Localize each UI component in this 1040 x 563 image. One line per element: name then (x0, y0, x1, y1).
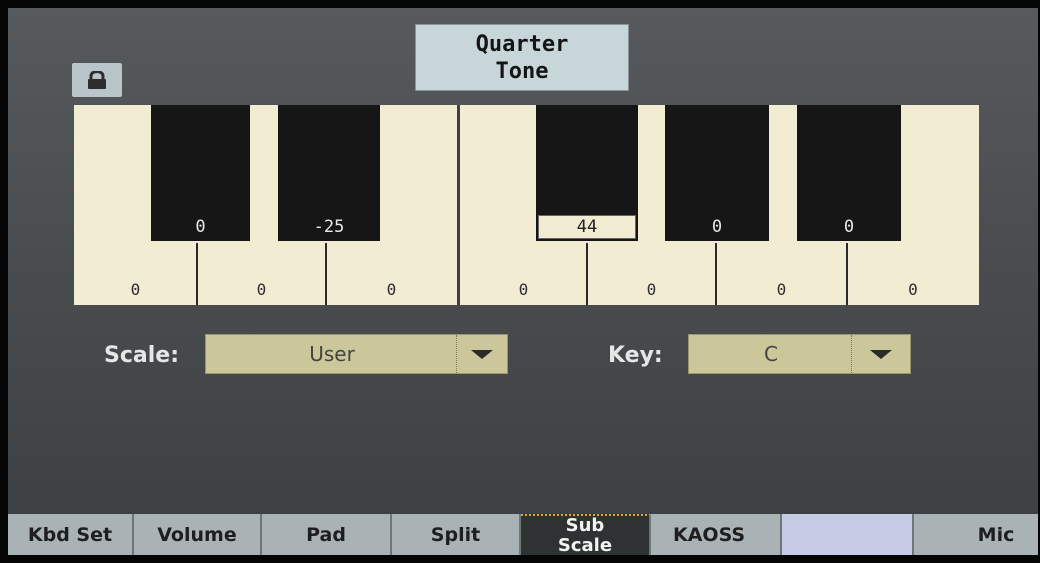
black-key-value: 0 (195, 217, 206, 237)
key-divider (325, 243, 327, 305)
key-divider (586, 243, 588, 305)
scale-label: Scale: (104, 343, 179, 368)
black-key-f-sharp[interactable]: 44 (536, 105, 638, 241)
black-key-d-sharp[interactable]: -25 (278, 105, 380, 241)
white-key-value: 0 (646, 280, 657, 299)
quarter-tone-button[interactable]: Quarter Tone (415, 24, 629, 91)
tab-kaoss[interactable]: KAOSS (651, 514, 782, 555)
key-divider (196, 243, 198, 305)
lock-icon (88, 71, 106, 89)
black-key-value: -25 (313, 217, 345, 237)
black-key-value: 0 (711, 217, 723, 237)
black-key-value-selected: 44 (538, 215, 636, 239)
chevron-down-icon[interactable] (851, 335, 910, 373)
tab-sub-scale-line1: Sub (565, 514, 605, 536)
white-key-value: 0 (386, 280, 397, 299)
quarter-tone-label-line2: Tone (495, 58, 549, 84)
white-key-value: 0 (518, 280, 529, 299)
white-key-value: 0 (130, 280, 141, 299)
key-label: Key: (608, 343, 663, 368)
white-key-value: 0 (256, 280, 267, 299)
scale-keyboard: 0 0 0 0 0 0 0 0 -25 44 0 0 (74, 105, 979, 305)
tab-volume[interactable]: Volume (134, 514, 262, 555)
sub-scale-screen: Quarter Tone 0 0 0 0 0 0 0 0 -25 44 0 0 … (8, 8, 1038, 555)
black-key-a-sharp[interactable]: 0 (797, 105, 901, 241)
black-key-c-sharp[interactable]: 0 (151, 105, 250, 241)
tab-mic[interactable]: Mic (914, 514, 1038, 555)
quarter-tone-label-line1: Quarter (475, 31, 569, 57)
white-key-value: 0 (776, 280, 787, 299)
chevron-down-icon[interactable] (456, 335, 507, 373)
tab-empty[interactable] (782, 514, 914, 555)
black-key-g-sharp[interactable]: 0 (665, 105, 769, 241)
tab-pad[interactable]: Pad (262, 514, 392, 555)
tab-bar: Kbd Set Volume Pad Split Sub Scale KAOSS… (8, 514, 1038, 555)
scale-dropdown[interactable]: User (205, 334, 508, 374)
tab-sub-scale[interactable]: Sub Scale (521, 514, 651, 555)
lock-button[interactable] (72, 63, 122, 97)
key-divider (846, 243, 848, 305)
key-value: C (764, 342, 778, 366)
white-key-value: 0 (908, 280, 918, 299)
tab-split[interactable]: Split (392, 514, 521, 555)
key-divider (715, 243, 717, 305)
scale-value: User (309, 342, 355, 366)
tab-kbd-set[interactable]: Kbd Set (8, 514, 134, 555)
key-dropdown[interactable]: C (688, 334, 911, 374)
tab-sub-scale-line2: Scale (557, 534, 613, 555)
octave-divider (457, 105, 460, 305)
black-key-value: 0 (843, 217, 855, 237)
